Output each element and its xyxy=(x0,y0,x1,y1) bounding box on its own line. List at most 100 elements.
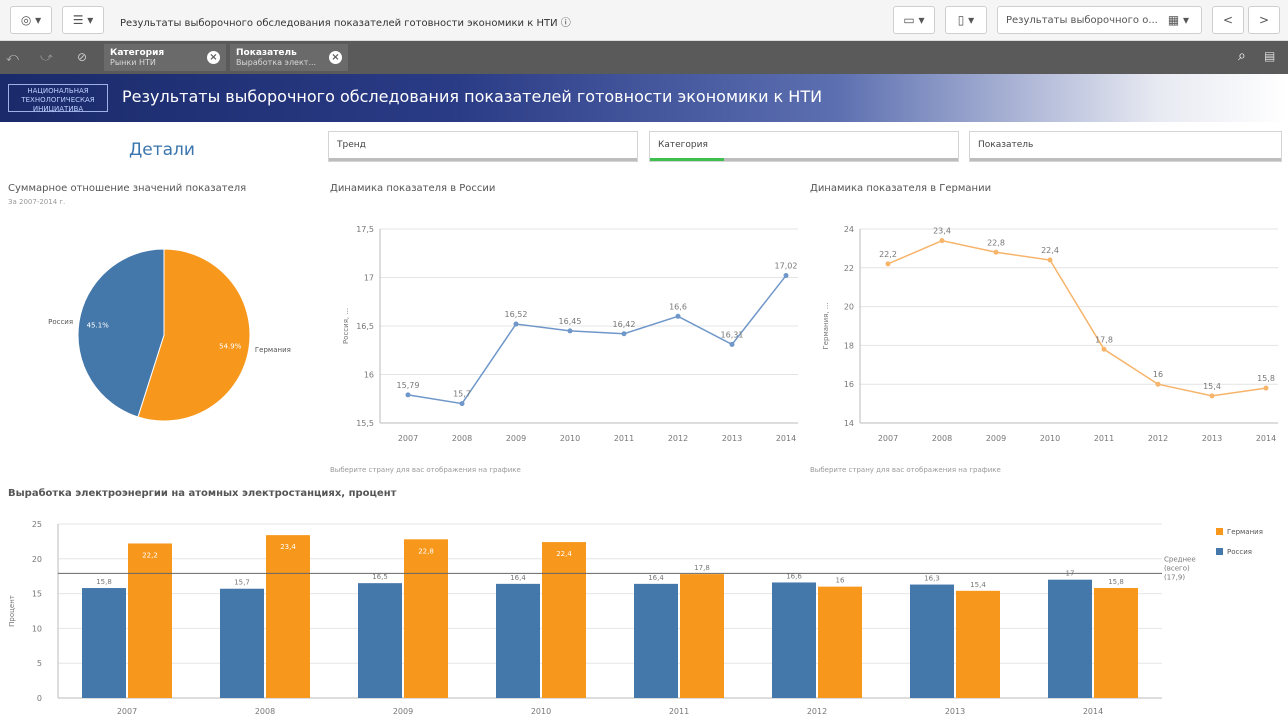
filter-label: Категория xyxy=(658,140,708,150)
de-x-tick: 2013 xyxy=(1202,434,1222,443)
nti-logo: НАЦИОНАЛЬНАЯ ТЕХНОЛОГИЧЕСКАЯ ИНИЦИАТИВА xyxy=(8,84,108,113)
navigation-menu-button[interactable]: ◎ ▾ xyxy=(10,6,52,34)
bar-data-label: 22,8 xyxy=(418,547,434,555)
filter-label: Тренд xyxy=(337,140,366,150)
bar-germany xyxy=(266,535,310,698)
legend-swatch-russia xyxy=(1216,548,1223,555)
selection-tool-icon[interactable]: ▤ xyxy=(1264,49,1275,63)
de-data-point xyxy=(1047,257,1053,263)
close-icon[interactable]: × xyxy=(207,51,220,64)
ru-x-tick: 2009 xyxy=(506,434,526,443)
bar-data-label: 22,4 xyxy=(556,550,572,558)
de-x-tick: 2009 xyxy=(986,434,1006,443)
russia-chart-hint: Выберите страну для вас отображения на г… xyxy=(330,466,521,474)
bar-germany xyxy=(818,586,862,698)
filter-trend[interactable]: Тренд xyxy=(328,131,638,162)
selection-chip-indicator[interactable]: Показатель Выработка элект... × xyxy=(230,44,348,71)
de-data-point xyxy=(1101,346,1107,352)
selection-chip-category[interactable]: Категория Рынки НТИ × xyxy=(104,44,226,71)
previous-sheet-button[interactable]: < xyxy=(1212,6,1244,34)
details-heading: Детали xyxy=(129,140,195,160)
filter-progress xyxy=(970,158,1281,161)
bar-y-tick: 20 xyxy=(32,555,42,564)
search-icon[interactable]: ⌕ xyxy=(1238,48,1246,64)
de-y-tick: 18 xyxy=(844,341,854,350)
russia-line-chart[interactable]: 15,5 16 16,5 17 17,5 Россия, ... 2007 2008 2009 2… xyxy=(328,215,808,460)
de-series-line xyxy=(887,239,1267,397)
germany-line-chart[interactable]: 14 16 18 20 22 24 Германия, ... 2007 2008 2009 201… xyxy=(808,215,1288,460)
bar-data-label: 17,8 xyxy=(694,564,710,572)
bookmark-icon: ▯ ▾ xyxy=(957,13,975,27)
bar-data-label: 16,4 xyxy=(510,574,526,582)
de-data-label: 23,4 xyxy=(933,227,951,236)
next-sheet-button[interactable]: > xyxy=(1248,6,1280,34)
ru-data-point xyxy=(729,341,735,347)
bar-data-label: 23,4 xyxy=(280,543,296,551)
ru-data-label: 15,7 xyxy=(453,390,471,399)
selections-back-icon[interactable]: ⤺ xyxy=(6,50,19,65)
ru-data-label: 16,42 xyxy=(613,320,636,329)
ru-data-label: 16,52 xyxy=(505,310,528,319)
pie-subtitle: За 2007-2014 г. xyxy=(8,198,66,206)
filter-category[interactable]: Категория xyxy=(649,131,959,162)
de-x-tick: 2011 xyxy=(1094,434,1114,443)
selection-value: Рынки НТИ xyxy=(110,58,156,67)
bar-germany xyxy=(404,539,448,698)
selection-field: Категория xyxy=(110,48,165,58)
ru-x-tick: 2012 xyxy=(668,434,688,443)
chevron-left-icon: < xyxy=(1222,13,1234,27)
de-y-tick: 16 xyxy=(844,380,854,389)
ru-y-label: Россия, ... xyxy=(342,308,350,344)
ru-data-point xyxy=(513,321,519,327)
de-data-point xyxy=(1263,385,1269,391)
global-menu-button[interactable]: ☰ ▾ xyxy=(62,6,104,34)
present-button[interactable]: ▭ ▾ xyxy=(893,6,935,34)
filter-label: Показатель xyxy=(978,140,1034,150)
bar-y-tick: 5 xyxy=(37,659,42,668)
de-x-tick: 2010 xyxy=(1040,434,1060,443)
bookmarks-button[interactable]: ▯ ▾ xyxy=(945,6,987,34)
pie-chart[interactable]: 54.9% Германия 45.1% Россия xyxy=(0,230,320,470)
de-y-tick: 22 xyxy=(844,264,854,273)
ru-data-point xyxy=(621,331,627,337)
sheet-selector[interactable]: Результаты выборочного о... ▦ ▾ xyxy=(997,6,1202,34)
germany-chart-title: Динамика показателя в Германии xyxy=(810,183,992,194)
bar-data-label: 16 xyxy=(836,577,845,585)
banner-title: Результаты выборочного обследования пока… xyxy=(122,87,823,106)
pie-slice-label: Германия xyxy=(255,346,291,354)
ru-data-point xyxy=(783,273,789,279)
compass-icon: ◎ ▾ xyxy=(20,13,42,27)
clear-all-selections-icon[interactable]: ⊘ xyxy=(77,50,87,64)
bar-germany xyxy=(956,590,1000,698)
top-toolbar: ◎ ▾ ☰ ▾ Результаты выборочного обследова… xyxy=(0,0,1288,41)
bar-germany xyxy=(128,543,172,698)
de-data-label: 15,8 xyxy=(1257,374,1275,383)
nuclear-bar-chart[interactable]: 0 5 10 15 20 25 Процент 15,8 22,2 2007 15,7 23,4 200… xyxy=(0,512,1288,725)
ru-x-tick: 2011 xyxy=(614,434,634,443)
de-data-label: 22,2 xyxy=(879,250,897,259)
selections-forward-icon[interactable]: ⤻ xyxy=(40,50,53,65)
info-icon[interactable]: ⓘ xyxy=(561,18,571,29)
russia-chart-title: Динамика показателя в России xyxy=(330,183,496,194)
presentation-icon: ▭ ▾ xyxy=(903,13,925,27)
de-data-point xyxy=(1155,381,1161,387)
de-data-point xyxy=(993,249,999,255)
ru-data-label: 15,79 xyxy=(397,381,420,390)
sheet-grid-icon: ▦ ▾ xyxy=(1167,13,1190,27)
ru-y-tick: 17 xyxy=(364,274,374,283)
close-icon[interactable]: × xyxy=(329,51,342,64)
bar-data-label: 16,3 xyxy=(924,575,940,583)
bar-data-label: 22,2 xyxy=(142,551,158,559)
bar-data-label: 16,5 xyxy=(372,573,388,581)
bar-y-tick: 0 xyxy=(37,694,42,703)
selection-value: Выработка элект... xyxy=(236,58,317,67)
list-icon: ☰ ▾ xyxy=(72,13,94,27)
ru-data-label: 16,6 xyxy=(669,302,687,311)
bar-germany xyxy=(680,574,724,698)
legend-label: Германия xyxy=(1227,528,1263,536)
de-data-label: 17,8 xyxy=(1095,335,1113,344)
average-reference-label: (всего) xyxy=(1164,564,1190,572)
app-title: Результаты выборочного обследования пока… xyxy=(120,18,571,29)
de-data-label: 22,4 xyxy=(1041,246,1059,255)
filter-indicator[interactable]: Показатель xyxy=(969,131,1282,162)
